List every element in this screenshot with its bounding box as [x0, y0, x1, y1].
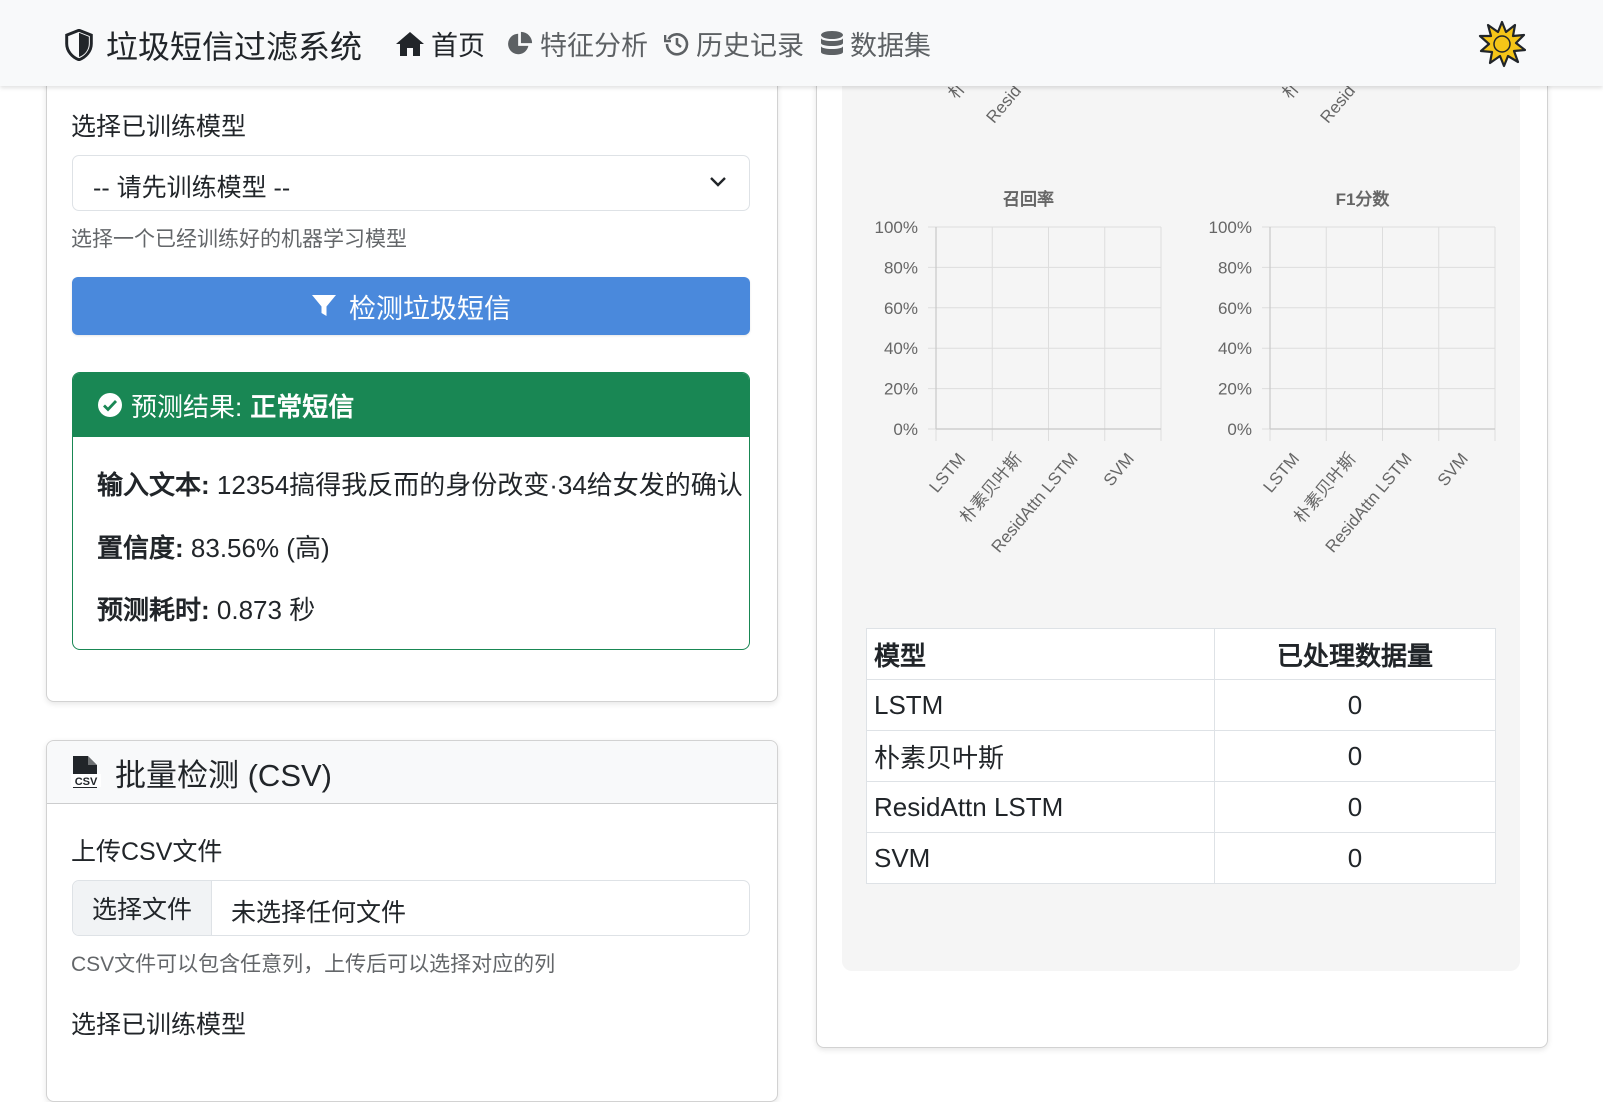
chevron-down-icon	[710, 177, 726, 187]
csv-file-input[interactable]: 选择文件 未选择任何文件	[72, 880, 750, 936]
table-cell-count: 0	[1214, 730, 1496, 782]
table-cell-count: 0	[1214, 781, 1496, 833]
x-tick-label: SVM	[1434, 449, 1472, 489]
model-select-hint: 选择一个已经训练好的机器学习模型	[71, 228, 407, 251]
recall-chart: 召回率100%80%60%40%20%0%LSTM朴素贝叶斯ResidAttn …	[875, 189, 1162, 556]
x-tick-label-clipped: 朴	[945, 86, 970, 103]
table-cell-model: ResidAttn LSTM	[866, 781, 1215, 833]
file-status-text: 未选择任何文件	[231, 899, 407, 927]
y-tick-label: 80%	[884, 258, 918, 277]
nav-feature-label: 特征分析	[540, 31, 648, 61]
input-text-label: 输入文本:	[97, 470, 210, 500]
chart-title: F1分数	[1336, 189, 1391, 209]
prediction-result: 预测结果: 正常短信 输入文本: 12354搞得我反而的身份改变·34给女发的确…	[72, 372, 750, 650]
check-circle-icon	[98, 393, 122, 417]
filter-icon	[312, 295, 336, 316]
x-tick-label-clipped: 朴	[1279, 86, 1304, 103]
table-row: 朴素贝叶斯 0	[866, 730, 1496, 782]
batch-card-header: CSV 批量检测 (CSV)	[47, 741, 777, 804]
table-header-count: 已处理数据量	[1214, 628, 1496, 680]
nav-history[interactable]: 历史记录	[664, 24, 804, 63]
table-header-model: 模型	[866, 628, 1215, 680]
shield-icon	[65, 29, 93, 61]
batch-model-label: 选择已训练模型	[71, 1011, 247, 1039]
nav-history-label: 历史记录	[696, 31, 804, 61]
table-row: SVM 0	[866, 832, 1496, 884]
result-time: 预测耗时: 0.873 秒	[97, 590, 315, 627]
table-cell-model: 朴素贝叶斯	[866, 730, 1215, 782]
model-select[interactable]: -- 请先训练模型 --	[72, 155, 750, 211]
table-header-row: 模型 已处理数据量	[866, 628, 1496, 680]
table-cell-count: 0	[1214, 679, 1496, 731]
batch-card-title: 批量检测 (CSV)	[115, 757, 332, 793]
brand-title: 垃圾短信过滤系统	[106, 29, 363, 65]
x-tick-label-clipped: Resid	[1317, 86, 1359, 127]
table-cell-model: LSTM	[866, 679, 1215, 731]
choose-file-button[interactable]: 选择文件	[73, 881, 212, 935]
model-select-label: 选择已训练模型	[71, 113, 247, 141]
detect-button-label: 检测垃圾短信	[349, 293, 511, 324]
confidence-label: 置信度:	[97, 533, 184, 563]
detect-spam-button[interactable]: 检测垃圾短信	[72, 277, 750, 335]
y-tick-label: 20%	[1218, 380, 1252, 399]
time-label: 预测耗时:	[97, 595, 210, 625]
brand[interactable]: 垃圾短信过滤系统	[64, 22, 362, 68]
sun-icon[interactable]	[1478, 20, 1526, 68]
table-row: LSTM 0	[866, 679, 1496, 731]
y-tick-label: 60%	[1218, 299, 1252, 318]
confidence-value: 83.56% (高)	[190, 533, 330, 563]
pie-chart-icon	[508, 31, 533, 54]
table-cell-count: 0	[1214, 832, 1496, 884]
y-tick-label: 0%	[1227, 420, 1252, 439]
nav-dataset[interactable]: 数据集	[820, 24, 931, 63]
csv-file-icon: CSV	[71, 756, 101, 788]
database-icon	[821, 30, 843, 55]
result-confidence: 置信度: 83.56% (高)	[97, 528, 330, 565]
x-tick-label: LSTM	[1259, 449, 1303, 496]
x-tick-label: LSTM	[925, 449, 969, 496]
upload-csv-label: 上传CSV文件	[71, 838, 223, 866]
processed-count-table: 模型 已处理数据量 LSTM 0 朴素贝叶斯 0 ResidAttn LSTM …	[866, 628, 1496, 884]
nav-feature-analysis[interactable]: 特征分析	[506, 24, 648, 63]
time-value: 0.873 秒	[216, 595, 316, 625]
y-tick-label: 0%	[893, 420, 918, 439]
nav-dataset-label: 数据集	[850, 31, 931, 61]
svg-text:CSV: CSV	[75, 776, 98, 788]
y-tick-label: 20%	[884, 380, 918, 399]
table-row: ResidAttn LSTM 0	[866, 781, 1496, 833]
result-input-text: 输入文本: 12354搞得我反而的身份改变·34给女发的确认	[97, 465, 743, 502]
y-tick-label: 40%	[1218, 339, 1252, 358]
model-select-value: -- 请先训练模型 --	[93, 174, 291, 202]
navbar: 垃圾短信过滤系统 首页 特征分析 历史记录 数据集	[0, 0, 1603, 86]
chart-title: 召回率	[1003, 189, 1054, 209]
upload-hint: CSV文件可以包含任意列，上传后可以选择对应的列	[71, 953, 556, 976]
history-icon	[664, 32, 689, 56]
y-tick-label: 40%	[884, 339, 918, 358]
y-tick-label: 60%	[884, 299, 918, 318]
f1-chart: F1分数100%80%60%40%20%0%LSTM朴素贝叶斯ResidAttn…	[1209, 189, 1496, 556]
x-tick-label: SVM	[1100, 449, 1138, 489]
nav-home[interactable]: 首页	[395, 24, 485, 63]
table-cell-model: SVM	[866, 832, 1215, 884]
nav-home-label: 首页	[431, 31, 485, 61]
y-tick-label: 100%	[1209, 218, 1252, 237]
result-header-prefix: 预测结果:	[131, 391, 243, 422]
y-tick-label: 100%	[875, 218, 918, 237]
input-text-value: 12354搞得我反而的身份改变·34给女发的确认	[216, 470, 743, 500]
x-tick-label-clipped: Resid	[983, 86, 1025, 127]
y-tick-label: 80%	[1218, 258, 1252, 277]
result-header: 预测结果: 正常短信	[73, 373, 749, 437]
home-icon	[396, 31, 424, 56]
metrics-charts: 朴 Resid 朴 Resid 召回率100%80%60%40%20%0%LSTM朴素…	[875, 86, 1496, 556]
result-class: 正常短信	[250, 391, 355, 422]
